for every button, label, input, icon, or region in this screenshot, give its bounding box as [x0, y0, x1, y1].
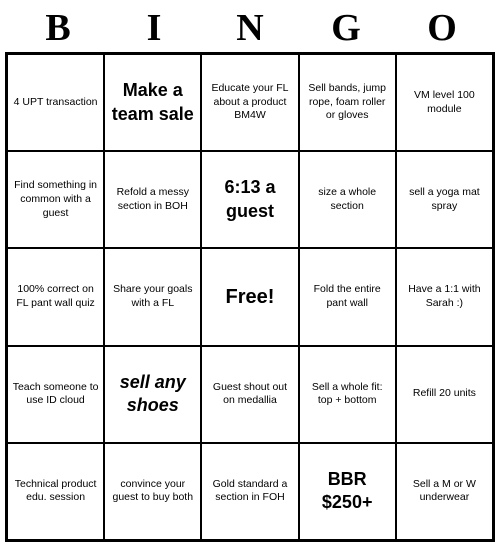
cell-13[interactable]: Fold the entire pant wall [299, 248, 396, 345]
cell-12[interactable]: Free! [201, 248, 298, 345]
cell-0[interactable]: 4 UPT transaction [7, 54, 104, 151]
cell-17[interactable]: Guest shout out on medallia [201, 346, 298, 443]
cell-9[interactable]: sell a yoga mat spray [396, 151, 493, 248]
cell-14[interactable]: Have a 1:1 with Sarah :) [396, 248, 493, 345]
letter-n: N [202, 6, 298, 50]
cell-19[interactable]: Refill 20 units [396, 346, 493, 443]
cell-18[interactable]: Sell a whole fit: top + bottom [299, 346, 396, 443]
bingo-grid: 4 UPT transactionMake a team saleEducate… [5, 52, 495, 542]
cell-2[interactable]: Educate your FL about a product BM4W [201, 54, 298, 151]
cell-8[interactable]: size a whole section [299, 151, 396, 248]
cell-3[interactable]: Sell bands, jump rope, foam roller or gl… [299, 54, 396, 151]
cell-15[interactable]: Teach someone to use ID cloud [7, 346, 104, 443]
cell-7[interactable]: 6:13 a guest [201, 151, 298, 248]
cell-22[interactable]: Gold standard a section in FOH [201, 443, 298, 540]
letter-b: B [10, 6, 106, 50]
cell-21[interactable]: convince your guest to buy both [104, 443, 201, 540]
cell-10[interactable]: 100% correct on FL pant wall quiz [7, 248, 104, 345]
cell-24[interactable]: Sell a M or W underwear [396, 443, 493, 540]
letter-i: I [106, 6, 202, 50]
cell-16[interactable]: sell any shoes [104, 346, 201, 443]
cell-5[interactable]: Find something in common with a guest [7, 151, 104, 248]
cell-1[interactable]: Make a team sale [104, 54, 201, 151]
letter-o: O [394, 6, 490, 50]
letter-g: G [298, 6, 394, 50]
cell-11[interactable]: Share your goals with a FL [104, 248, 201, 345]
bingo-title: B I N G O [0, 0, 500, 52]
cell-4[interactable]: VM level 100 module [396, 54, 493, 151]
cell-23[interactable]: BBR $250+ [299, 443, 396, 540]
cell-20[interactable]: Technical product edu. session [7, 443, 104, 540]
cell-6[interactable]: Refold a messy section in BOH [104, 151, 201, 248]
